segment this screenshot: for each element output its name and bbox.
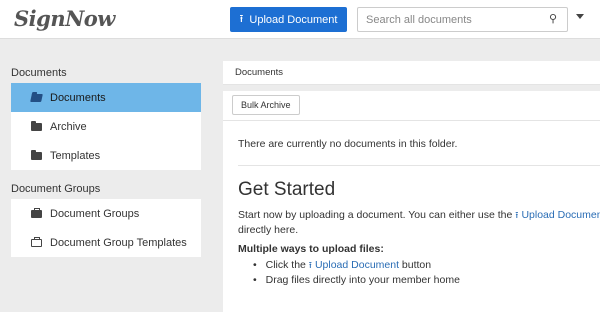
bulk-archive-button[interactable]: Bulk Archive	[232, 95, 300, 115]
sidebar-item-document-group-templates[interactable]: Document Group Templates	[11, 228, 201, 257]
document-groups-nav: Document Groups Document Group Templates	[11, 199, 201, 257]
upload-icon: ⭱	[308, 260, 312, 270]
upload-methods-list: Click the ⭱Upload Document button Drag f…	[253, 258, 460, 288]
empty-folder-message: There are currently no documents in this…	[238, 138, 458, 150]
sidebar-item-label: Archive	[50, 120, 87, 133]
multiple-ways-heading: Multiple ways to upload files:	[238, 243, 384, 255]
divider	[223, 120, 600, 121]
search-icon[interactable]: ⚲	[549, 12, 557, 25]
top-header: SignNow ⭱ Upload Document ⚲	[0, 0, 600, 39]
sidebar-item-label: Documents	[50, 91, 106, 104]
get-started-heading: Get Started	[238, 179, 336, 200]
documents-section-title: Documents	[11, 67, 67, 79]
breadcrumb-documents[interactable]: Documents	[235, 67, 283, 78]
main-panel: Bulk Archive There are currently no docu…	[223, 91, 600, 312]
documents-nav: Documents Archive Templates	[11, 83, 201, 170]
bullet1-suffix: button	[401, 259, 432, 271]
breadcrumb: Documents	[223, 61, 600, 85]
upload-document-link[interactable]: ⭱ Upload Document	[515, 209, 600, 221]
intro-line2: directly here.	[238, 224, 299, 236]
sidebar-item-documents[interactable]: Documents	[11, 83, 201, 112]
sidebar-item-templates[interactable]: Templates	[11, 141, 201, 170]
document-groups-section-title: Document Groups	[11, 183, 101, 195]
list-item: Click the ⭱Upload Document button	[253, 258, 460, 273]
briefcase-icon	[30, 207, 42, 218]
bullet2-text: Drag files directly into your member hom…	[265, 274, 460, 286]
sidebar-item-document-groups[interactable]: Document Groups	[11, 199, 201, 228]
intro-text: Start now by uploading a document. You c…	[238, 209, 513, 221]
sidebar-item-label: Templates	[50, 149, 101, 162]
sidebar-item-label: Document Group Templates	[50, 236, 187, 249]
folder-icon	[30, 120, 42, 131]
folder-open-icon	[29, 93, 43, 102]
upload-icon: ⭱	[515, 210, 519, 220]
folder-icon	[30, 149, 42, 160]
upload-icon: ⭱	[239, 13, 244, 25]
bullet1-prefix: Click the	[265, 259, 306, 271]
search-input[interactable]	[358, 8, 533, 31]
upload-document-link-label: Upload Document	[521, 209, 600, 221]
divider	[238, 165, 600, 166]
upload-document-link[interactable]: ⭱ Upload Document	[309, 259, 399, 271]
upload-document-button[interactable]: ⭱ Upload Document	[230, 7, 347, 32]
list-item: Drag files directly into your member hom…	[253, 273, 460, 288]
get-started-paragraph: Start now by uploading a document. You c…	[238, 208, 600, 238]
upload-document-label: Upload Document	[249, 13, 338, 26]
sidebar-item-archive[interactable]: Archive	[11, 112, 201, 141]
caret-down-icon[interactable]	[576, 14, 584, 19]
signnow-logo[interactable]: SignNow	[14, 6, 115, 31]
briefcase-outline-icon	[30, 236, 42, 247]
search-box: ⚲	[357, 7, 568, 32]
sidebar-item-label: Document Groups	[50, 207, 140, 220]
upload-document-link-label: Upload Document	[314, 259, 399, 271]
